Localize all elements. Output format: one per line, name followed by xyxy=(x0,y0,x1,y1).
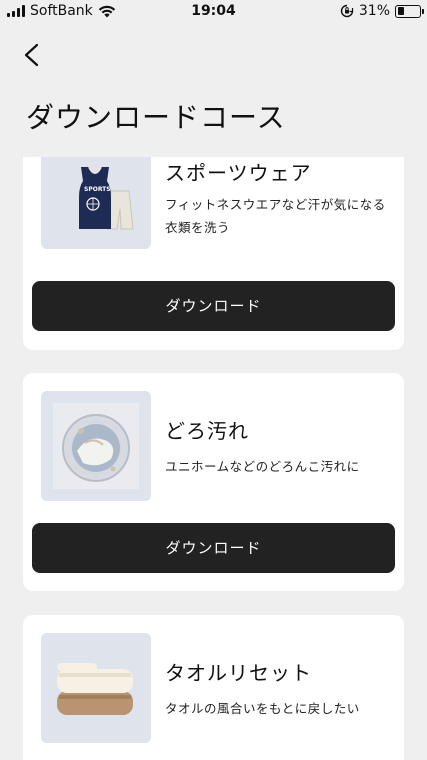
course-title: スポーツウェア xyxy=(165,161,312,185)
course-description: フィットネスウエアなど汗が気になる衣類を洗う xyxy=(165,197,386,235)
course-title: タオルリセット xyxy=(165,661,312,685)
battery-percent: 31% xyxy=(358,3,390,19)
download-button[interactable]: ダウンロード xyxy=(32,281,395,331)
page-title: ダウンロードコース xyxy=(26,101,286,134)
course-card-towel: タオルリセット タオルの風合いをもとに戻したい xyxy=(23,615,404,760)
back-chevron-icon[interactable] xyxy=(18,40,48,70)
sportswear-jersey-icon: SPORTS xyxy=(41,157,151,249)
course-title: どろ汚れ xyxy=(165,419,249,443)
svg-text:SPORTS: SPORTS xyxy=(84,186,111,193)
course-list[interactable]: SPORTS スポーツウェア フィットネスウエアなど汗が気になる衣類を洗う ダウ… xyxy=(0,157,427,760)
battery-icon xyxy=(395,4,424,18)
muddy-laundry-icon xyxy=(41,391,151,501)
course-description: ユニホームなどのどろんこ汚れに xyxy=(165,459,360,474)
folded-towels-icon xyxy=(41,633,151,743)
course-card-sportswear: SPORTS スポーツウェア フィットネスウエアなど汗が気になる衣類を洗う ダウ… xyxy=(23,157,404,350)
status-right: 31% xyxy=(340,3,424,19)
course-card-mud: どろ汚れ ユニホームなどのどろんこ汚れに ダウンロード xyxy=(23,373,404,591)
orientation-lock-icon xyxy=(340,4,354,18)
download-button[interactable]: ダウンロード xyxy=(32,523,395,573)
course-description: タオルの風合いをもとに戻したい xyxy=(165,701,360,716)
status-bar: SoftBank 19:04 31% xyxy=(0,0,427,24)
